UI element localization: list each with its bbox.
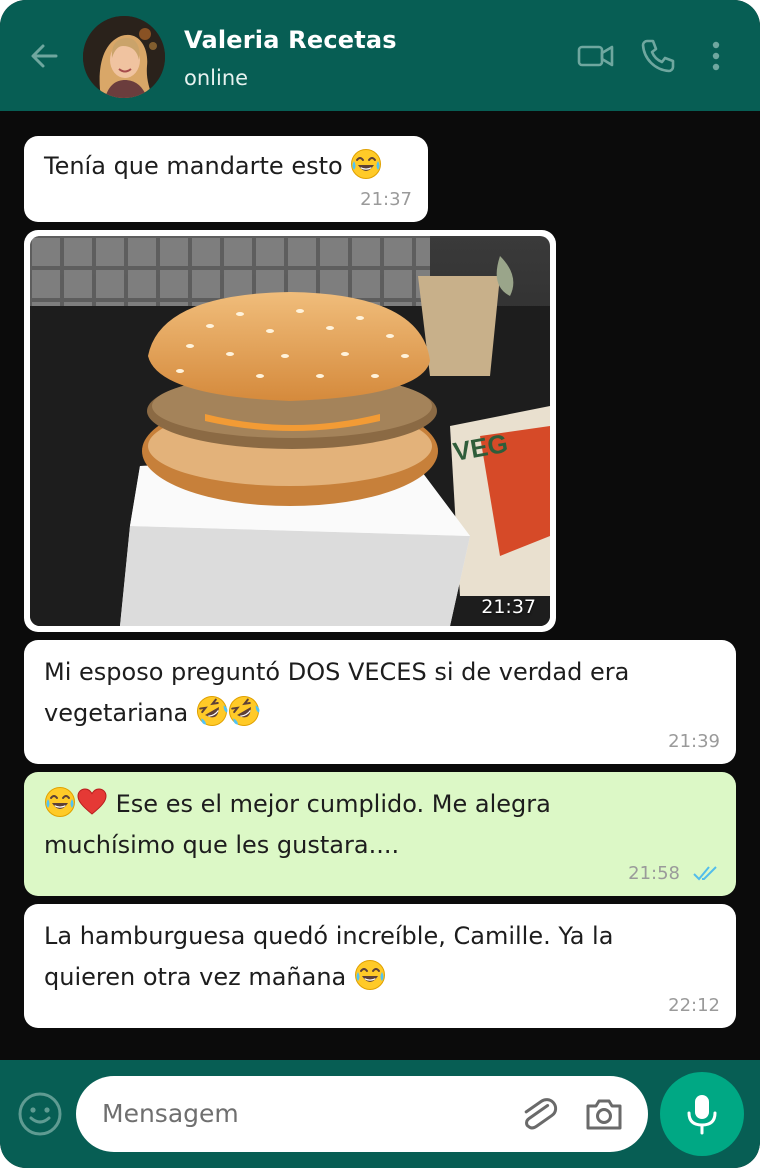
veggie-burger-photo[interactable]: VEG 21:37 [30, 236, 550, 626]
message-text: Mi esposo preguntó DOS VECES si de verda… [44, 652, 716, 734]
message-text: Tenía que mandarte esto [44, 146, 408, 187]
contact-name[interactable]: Valeria Recetas [184, 26, 397, 54]
message-bubble[interactable]: Mi esposo preguntó DOS VECES si de verda… [24, 640, 736, 764]
rolling-on-floor-laughing-icon [196, 695, 228, 727]
message-text-content: Tenía que mandarte esto [44, 152, 343, 180]
message-line: muchísimo que les gustara.... [44, 831, 400, 859]
contact-status: online [184, 66, 249, 90]
read-ticks-icon [692, 862, 720, 884]
red-heart-icon [76, 786, 108, 818]
message-time: 21:58 [628, 863, 680, 884]
message-time: 22:12 [668, 995, 720, 1016]
video-call-icon[interactable] [576, 36, 616, 76]
message-bubble[interactable]: Tenía que mandarte esto 21:37 [24, 136, 428, 222]
message-input[interactable]: Mensagem [76, 1076, 648, 1152]
rolling-on-floor-laughing-icon [228, 695, 260, 727]
message-line: Mi esposo preguntó DOS VECES si de verda… [44, 658, 630, 686]
message-line: vegetariana [44, 699, 189, 727]
image-message[interactable]: VEG 21:37 [24, 230, 556, 632]
face-with-tears-of-joy-icon [44, 786, 76, 818]
camera-icon[interactable] [582, 1094, 626, 1134]
chat-window: Valeria Recetas online Tenía que mandart… [0, 0, 760, 1168]
microphone-icon[interactable] [660, 1072, 744, 1156]
message-time: 21:37 [360, 189, 412, 210]
emoji-icon[interactable] [16, 1090, 64, 1138]
message-line: Ese es el mejor cumplido. Me alegra [115, 790, 551, 818]
message-text: Ese es el mejor cumplido. Me alegra much… [44, 784, 716, 866]
voice-call-icon[interactable] [638, 36, 678, 76]
message-line: La hamburguesa quedó increíble, Camille.… [44, 922, 614, 950]
avatar[interactable] [83, 16, 165, 98]
composer-bar: Mensagem [0, 1060, 760, 1168]
message-bubble-outgoing[interactable]: Ese es el mejor cumplido. Me alegra much… [24, 772, 736, 896]
face-with-tears-of-joy-icon [354, 959, 386, 991]
attach-icon[interactable] [516, 1092, 560, 1136]
message-line: quieren otra vez mañana [44, 963, 347, 991]
more-options-icon[interactable] [696, 36, 736, 76]
message-input-placeholder: Mensagem [102, 1099, 239, 1128]
face-with-tears-of-joy-icon [350, 148, 382, 180]
image-time: 21:37 [481, 596, 536, 618]
message-time: 21:39 [668, 731, 720, 752]
chat-header: Valeria Recetas online [0, 0, 760, 111]
back-arrow-icon[interactable] [26, 38, 62, 74]
message-bubble[interactable]: La hamburguesa quedó increíble, Camille.… [24, 904, 736, 1028]
message-text: La hamburguesa quedó increíble, Camille.… [44, 916, 716, 998]
